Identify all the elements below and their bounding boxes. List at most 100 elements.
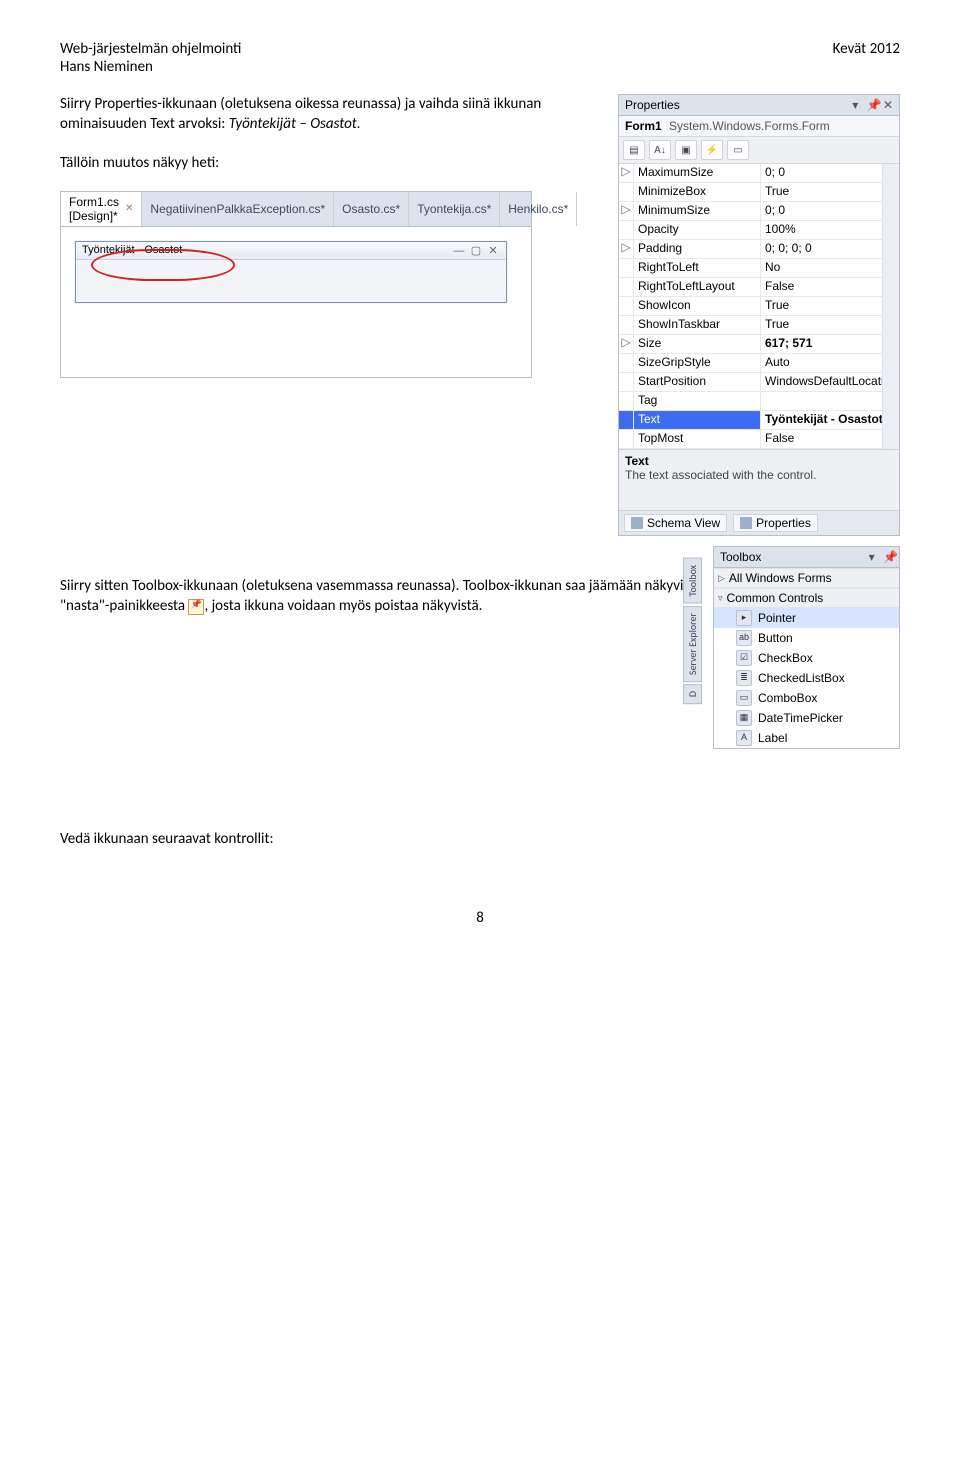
properties-icon[interactable]: ▣ [675, 140, 697, 160]
designer-tab[interactable]: Tyontekija.cs* [409, 192, 500, 226]
toolbox-title-icons: ▾ 📌 [864, 550, 893, 564]
events-icon[interactable]: ⚡ [701, 140, 723, 160]
toolbox-group-label: All Windows Forms [729, 571, 832, 585]
toolbox-item-icon: A [736, 730, 752, 746]
expand-icon[interactable]: ▷ [619, 335, 634, 353]
side-tab[interactable]: Toolbox [683, 558, 702, 604]
expand-icon[interactable]: ▷ [619, 164, 634, 182]
property-value[interactable]: False [761, 278, 899, 296]
dropdown-icon[interactable]: ▾ [867, 550, 877, 564]
property-row[interactable]: RightToLeftLayoutFalse [619, 278, 899, 297]
close-icon[interactable]: ✕ [883, 98, 893, 112]
properties-panel-title-icons: ▾ 📌 ✕ [847, 98, 893, 112]
toolbox-item-icon: ▸ [736, 610, 752, 626]
toolbox-wrap: ToolboxServer ExplorerD Toolbox ▾ 📌 ▷All… [701, 536, 900, 749]
property-row[interactable]: ▷Size617; 571 [619, 335, 899, 354]
dropdown-icon[interactable]: ▾ [850, 98, 860, 112]
property-value[interactable]: 617; 571 [761, 335, 899, 353]
property-value[interactable]: WindowsDefaultLocati [761, 373, 899, 391]
property-row[interactable]: TopMostFalse [619, 430, 899, 449]
tab-label: Henkilo.cs* [508, 202, 568, 216]
property-value[interactable] [761, 392, 899, 410]
toolbox-item[interactable]: ▦DateTimePicker [714, 708, 899, 728]
group-expand-icon[interactable]: ▷ [718, 573, 725, 584]
property-name: ShowIcon [634, 297, 761, 315]
property-row[interactable]: Opacity100% [619, 221, 899, 240]
property-value[interactable]: No [761, 259, 899, 277]
alphabetical-icon[interactable]: A↓ [649, 140, 671, 160]
property-name: Opacity [634, 221, 761, 239]
toolbox-title-bar: Toolbox ▾ 📌 [714, 547, 899, 568]
property-value[interactable]: True [761, 316, 899, 334]
toolbox-item-icon: ab [736, 630, 752, 646]
maximize-icon[interactable]: ▢ [469, 244, 483, 257]
property-value[interactable]: True [761, 183, 899, 201]
properties-tab-icon [740, 517, 752, 529]
property-name: RightToLeftLayout [634, 278, 761, 296]
toolbox-item[interactable]: ≣CheckedListBox [714, 668, 899, 688]
side-tab[interactable]: D [683, 684, 702, 704]
toolbox-item-label: Label [758, 731, 787, 745]
property-value[interactable]: 0; 0 [761, 164, 899, 182]
close-icon[interactable]: ✕ [486, 244, 500, 257]
form-window[interactable]: Työntekijät - Osastot — ▢ ✕ [75, 241, 507, 303]
side-tabs: Toolbox Server Explorer D [683, 558, 702, 704]
toolbox-item[interactable]: abButton [714, 628, 899, 648]
toolbox-item-label: CheckedListBox [758, 671, 845, 685]
toolbox-item[interactable]: ☑CheckBox [714, 648, 899, 668]
scrollbar[interactable] [882, 164, 899, 449]
property-row[interactable]: MinimizeBoxTrue [619, 183, 899, 202]
property-row[interactable]: ShowIconTrue [619, 297, 899, 316]
property-name: Size [634, 335, 761, 353]
schema-view-button[interactable]: Schema View [624, 514, 727, 532]
paragraph-4: Vedä ikkunaan seuraavat kontrollit: [60, 829, 900, 849]
property-row[interactable]: TextTyöntekijät - Osastot [619, 411, 899, 430]
property-value[interactable]: Työntekijät - Osastot [761, 411, 899, 429]
property-value[interactable]: 100% [761, 221, 899, 239]
toolbox-item[interactable]: ▸ Pointer [714, 608, 899, 628]
tab-close-icon[interactable]: ✕ [125, 203, 133, 214]
pin-icon[interactable]: 📌 [883, 550, 893, 564]
side-tab[interactable]: Server Explorer [683, 606, 702, 682]
toolbox-group[interactable]: ▿ Common Controls [714, 588, 899, 608]
properties-tab-button[interactable]: Properties [733, 514, 818, 532]
toolbox-item[interactable]: ▭ComboBox [714, 688, 899, 708]
property-row[interactable]: StartPositionWindowsDefaultLocati [619, 373, 899, 392]
property-row[interactable]: ▷MinimumSize0; 0 [619, 202, 899, 221]
property-pages-icon[interactable]: ▭ [727, 140, 749, 160]
property-name: MinimumSize [634, 202, 761, 220]
property-value[interactable]: Auto [761, 354, 899, 372]
toolbox-item-icon: ▭ [736, 690, 752, 706]
designer-tab[interactable]: Henkilo.cs* [500, 192, 577, 226]
property-row[interactable]: ShowInTaskbarTrue [619, 316, 899, 335]
designer-tab[interactable]: NegatiivinenPalkkaException.cs* [142, 192, 334, 226]
toolbox-item[interactable]: A Label [714, 728, 899, 748]
group-expand-icon[interactable]: ▿ [718, 593, 723, 604]
toolbox-item-label: Pointer [758, 611, 796, 625]
property-value[interactable]: False [761, 430, 899, 448]
pin-icon[interactable]: 📌 [867, 98, 877, 112]
properties-grid: ▷MaximumSize0; 0MinimizeBoxTrue▷MinimumS… [619, 164, 899, 449]
categorize-icon[interactable]: ▤ [623, 140, 645, 160]
expand-icon [619, 183, 634, 201]
property-row[interactable]: ▷Padding0; 0; 0; 0 [619, 240, 899, 259]
property-row[interactable]: ▷MaximumSize0; 0 [619, 164, 899, 183]
property-value[interactable]: 0; 0 [761, 202, 899, 220]
expand-icon[interactable]: ▷ [619, 240, 634, 258]
minimize-icon[interactable]: — [452, 245, 466, 257]
design-surface[interactable]: Työntekijät - Osastot — ▢ ✕ [61, 227, 531, 377]
expand-icon[interactable]: ▷ [619, 202, 634, 220]
property-row[interactable]: SizeGripStyleAuto [619, 354, 899, 373]
property-value[interactable]: 0; 0; 0; 0 [761, 240, 899, 258]
toolbox-group-label: Common Controls [727, 591, 824, 605]
properties-object-row[interactable]: Form1 System.Windows.Forms.Form [619, 116, 899, 137]
designer-tab[interactable]: Form1.cs [Design]* ✕ [61, 192, 142, 226]
property-row[interactable]: Tag [619, 392, 899, 411]
property-value[interactable]: True [761, 297, 899, 315]
property-name: TopMost [634, 430, 761, 448]
expand-icon [619, 259, 634, 277]
designer-tab[interactable]: Osasto.cs* [334, 192, 409, 226]
toolbox-group[interactable]: ▷ All Windows Forms [714, 568, 899, 588]
property-row[interactable]: RightToLeftNo [619, 259, 899, 278]
tab-label: Form1.cs [Design]* [69, 195, 119, 223]
